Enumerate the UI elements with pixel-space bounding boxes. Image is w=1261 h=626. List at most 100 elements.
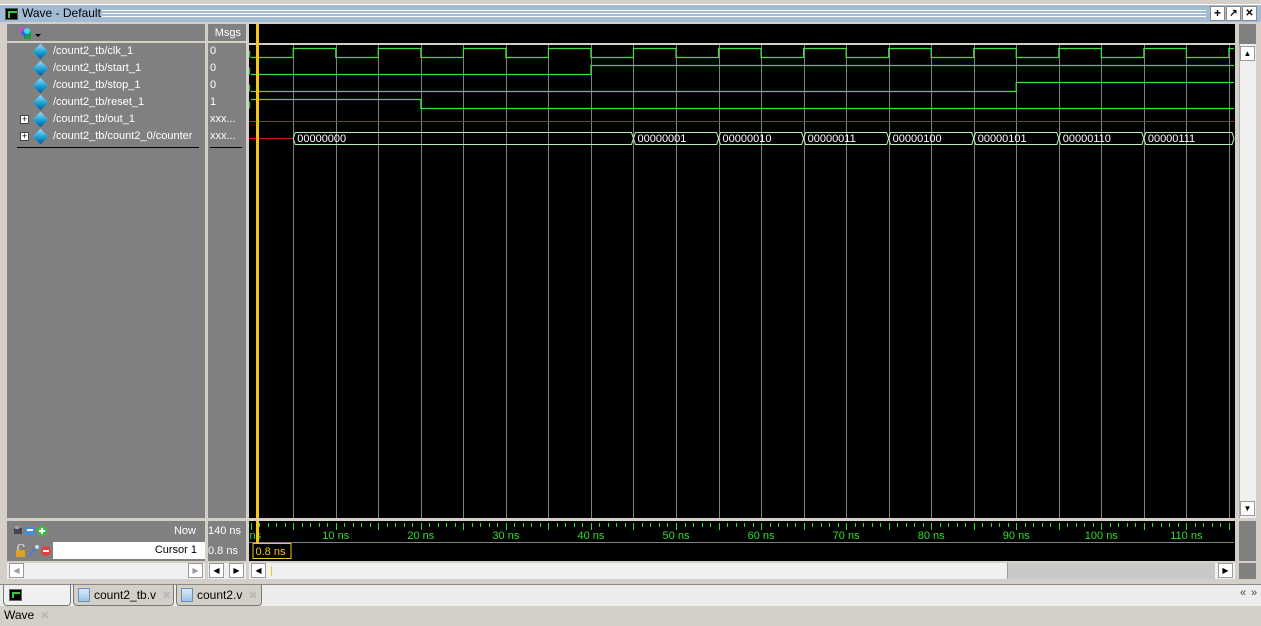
time-ruler[interactable]: 0 ns 10 ns 20 ns 30 ns 40 ns 50 ns 60 ns 70 ns 8…	[240, 521, 1235, 561]
signal-row[interactable]: /count2_tb/reset_1	[7, 94, 205, 111]
cursor-value: 0.8 ns	[208, 545, 238, 557]
counter-value-label: 00000111	[1148, 133, 1195, 145]
tab-wave[interactable]: Wave ✖	[3, 585, 71, 622]
tab-close-icon[interactable]: ✖	[248, 590, 257, 602]
ruler-label: 30 ns	[492, 530, 519, 542]
names-hscrollbar[interactable]: ◀ ▶	[7, 563, 205, 579]
cursor-marker-label: 0.8 ns	[256, 546, 286, 558]
ruler-cursor-line	[256, 521, 260, 543]
titlebar-grip[interactable]	[102, 10, 1206, 17]
ruler-label: 50 ns	[663, 530, 690, 542]
ruler-label: 60 ns	[748, 530, 775, 542]
waveform-canvas[interactable]: 00000000 00000001 00000010 00000011 00000100…	[248, 24, 1235, 518]
wave-scroll-track-right[interactable]	[1006, 563, 1215, 579]
counter-value-label: 00000101	[978, 133, 1027, 145]
signal-names-pane: /count2_tb/clk_1/count2_tb/start_1/count…	[7, 24, 205, 518]
signal-diamond-icon	[32, 43, 49, 60]
tab-count2-tb-v[interactable]: count2_tb.v ✖	[73, 585, 174, 606]
ruler-label: 100 ns	[1085, 530, 1119, 542]
values-scroll-left[interactable]: ◀	[209, 563, 224, 578]
signal-value: xxx...	[210, 130, 236, 142]
ruler-label: 10 ns	[322, 530, 349, 542]
tab-label: Wave	[4, 608, 35, 622]
ruler-label: 0 ns	[249, 530, 262, 542]
cursor-name-field[interactable]: Cursor 1	[53, 542, 205, 559]
wave-icon	[9, 589, 22, 601]
now-value: 140 ns	[208, 525, 242, 537]
dock-button[interactable]: +	[1210, 6, 1225, 21]
wave-scroll-right[interactable]: ▶	[1218, 563, 1233, 578]
counter-value-label: 00000110	[1063, 133, 1111, 145]
cursor-1-line	[256, 24, 260, 518]
signal-diamond-icon	[32, 94, 49, 111]
signal-diamond-icon	[32, 128, 49, 145]
now-label: Now	[173, 525, 196, 537]
scroll-corner	[1239, 563, 1256, 579]
ruler-label: 70 ns	[833, 530, 860, 542]
vscroll-footer-spacer	[1239, 521, 1256, 561]
signal-row[interactable]: + /count2_tb/out_1	[7, 111, 205, 128]
counter-value-label: 00000011	[808, 133, 856, 145]
wave-scroll-left[interactable]: ◀	[251, 563, 266, 578]
signal-row[interactable]: /count2_tb/stop_1	[7, 77, 205, 94]
wave-hscrollbar[interactable]: ◀ ▶	[249, 563, 1235, 579]
document-tabbar: Wave ✖ count2_tb.v ✖ count2.v ✖ « »	[0, 584, 1261, 622]
time-ruler-canvas[interactable]: 0 ns 10 ns 20 ns 30 ns 40 ns 50 ns 60 ns 70 ns 8…	[240, 521, 1235, 561]
cursor-icons	[15, 543, 53, 558]
stop-1-waveform	[250, 81, 1234, 93]
names-scroll-right[interactable]: ▶	[188, 563, 203, 578]
signal-values-pane: Msgs 0 0 0 1 xxx... xxx...	[208, 24, 246, 518]
scroll-cursor-marker	[271, 566, 272, 576]
scroll-up-button[interactable]: ▲	[1240, 46, 1255, 61]
names-header	[7, 24, 205, 43]
clk-1-waveform	[250, 47, 1234, 59]
values-header: Msgs	[208, 24, 246, 43]
wave-window-icon	[5, 8, 18, 20]
cursor-values-footer: 140 ns 0.8 ns	[208, 521, 246, 561]
window-title: Wave - Default	[22, 6, 101, 20]
start-1-waveform	[250, 64, 1234, 76]
signal-row[interactable]: /count2_tb/clk_1	[7, 43, 205, 60]
signal-row[interactable]: /count2_tb/start_1	[7, 60, 205, 77]
signal-diamond-icon	[32, 111, 49, 128]
vertical-scrollbar[interactable]: ▲ ▼	[1239, 44, 1256, 518]
signal-value: 0	[210, 45, 217, 57]
tab-scroll-right-icon[interactable]: »	[1251, 587, 1257, 599]
expand-icon[interactable]: +	[20, 115, 29, 124]
expand-icon[interactable]: +	[20, 132, 29, 141]
signal-diamond-icon	[32, 77, 49, 94]
values-hscrollbar[interactable]: ◀ ▶	[208, 563, 246, 579]
signal-value: 1	[210, 96, 217, 108]
signal-name: /count2_tb/count2_0/counter	[53, 130, 193, 142]
msgs-column-header: Msgs	[214, 27, 241, 39]
vscroll-header-spacer	[1239, 24, 1256, 44]
tab-close-icon[interactable]: ✖	[162, 590, 171, 602]
signal-row[interactable]: + /count2_tb/count2_0/counter	[7, 128, 205, 145]
signal-name: /count2_tb/out_1	[53, 113, 135, 125]
names-divider	[17, 147, 199, 148]
window-titlebar: Wave - Default + ↗ ✕	[0, 4, 1261, 22]
tab-scroll-left-icon[interactable]: «	[1240, 587, 1246, 599]
add-signal-menu-icon[interactable]	[15, 26, 41, 41]
counter-value-label: 00000100	[893, 133, 942, 145]
now-icons	[13, 525, 53, 537]
tab-close-icon[interactable]: ✖	[40, 610, 49, 622]
cursor-names-footer: Now Cursor 1	[7, 521, 205, 561]
counter-value-label: 00000001	[637, 133, 686, 145]
scroll-down-button[interactable]: ▼	[1240, 501, 1255, 516]
signal-name: /count2_tb/reset_1	[53, 96, 145, 108]
file-icon	[181, 588, 193, 602]
undock-button[interactable]: ↗	[1226, 6, 1241, 21]
tab-label: count2.v	[197, 588, 243, 602]
values-scroll-right[interactable]: ▶	[229, 563, 244, 578]
names-scroll-left[interactable]: ◀	[9, 563, 24, 578]
ruler-label: 110 ns	[1170, 530, 1203, 542]
tab-label: count2_tb.v	[94, 588, 157, 602]
signal-name: /count2_tb/stop_1	[53, 79, 141, 91]
ruler-label: 20 ns	[407, 530, 434, 542]
wave-header-separator	[249, 43, 1235, 45]
close-window-button[interactable]: ✕	[1242, 6, 1257, 21]
tab-count2-v[interactable]: count2.v ✖	[176, 585, 262, 606]
waveform-pane[interactable]: 00000000 00000001 00000010 00000011 00000100…	[248, 24, 1235, 518]
file-icon	[78, 588, 90, 602]
